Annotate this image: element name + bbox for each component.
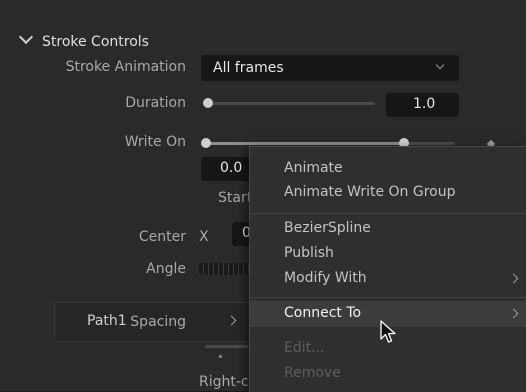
- menu-item-bezierspline[interactable]: BezierSpline: [250, 217, 526, 242]
- chevron-right-icon[interactable]: [226, 315, 237, 326]
- duration-field[interactable]: 1.0: [386, 93, 459, 117]
- write-on-label: Write On: [124, 134, 186, 150]
- menu-item-modify-with[interactable]: Modify With: [250, 267, 526, 292]
- menu-item-label: Publish: [284, 245, 334, 261]
- write-on-start-caption: Start: [218, 190, 253, 206]
- write-on-start-value: 0.0: [220, 160, 243, 176]
- menu-item-label: BezierSpline: [284, 220, 371, 236]
- menu-item-animate-write-on-group[interactable]: Animate Write On Group: [250, 181, 526, 206]
- stroke-animation-value: All frames: [213, 60, 284, 76]
- chevron-right-icon: [508, 273, 519, 284]
- menu-item-remove: Remove: [250, 362, 526, 387]
- menu-item-animate[interactable]: Animate: [250, 157, 526, 182]
- menu-item-label: Modify With: [284, 270, 367, 286]
- center-label: Center: [138, 229, 186, 245]
- chevron-down-icon[interactable]: [18, 29, 34, 45]
- write-on-start-knob[interactable]: [201, 138, 211, 148]
- menu-item-label: Animate Write On Group: [284, 184, 456, 200]
- spacing-label: Spacing: [130, 314, 186, 330]
- write-on-slider-range: [205, 142, 405, 145]
- menu-item-label: Connect To: [284, 305, 362, 321]
- write-on-start-field[interactable]: 0.0: [201, 157, 253, 181]
- duration-slider-track[interactable]: [205, 102, 375, 105]
- menu-item-label: Remove: [284, 365, 341, 381]
- menu-separator: [250, 213, 526, 214]
- chevron-down-icon: [435, 60, 445, 70]
- menu-separator: [250, 297, 526, 298]
- menu-item-publish[interactable]: Publish: [250, 242, 526, 267]
- mouse-cursor-icon: [380, 320, 396, 343]
- duration-slider-knob[interactable]: [203, 98, 213, 108]
- menu-item-label: Animate: [284, 160, 343, 176]
- spacing-slider-track[interactable]: [205, 345, 249, 348]
- stroke-controls-header[interactable]: Stroke Controls: [0, 14, 526, 50]
- duration-label: Duration: [125, 95, 186, 111]
- stroke-animation-dropdown[interactable]: All frames: [201, 55, 459, 81]
- menu-item-label: Edit...: [284, 340, 325, 356]
- footer-hint-text: Right-cl: [199, 374, 253, 390]
- spacing-tick: [219, 355, 222, 358]
- context-menu: Animate Animate Write On Group BezierSpl…: [249, 146, 526, 392]
- center-x-axis-label: X: [199, 229, 209, 245]
- duration-value: 1.0: [413, 96, 436, 112]
- section-title: Stroke Controls: [42, 34, 149, 50]
- stroke-animation-label: Stroke Animation: [65, 59, 186, 75]
- angle-label: Angle: [146, 261, 186, 277]
- chevron-right-icon: [508, 308, 519, 319]
